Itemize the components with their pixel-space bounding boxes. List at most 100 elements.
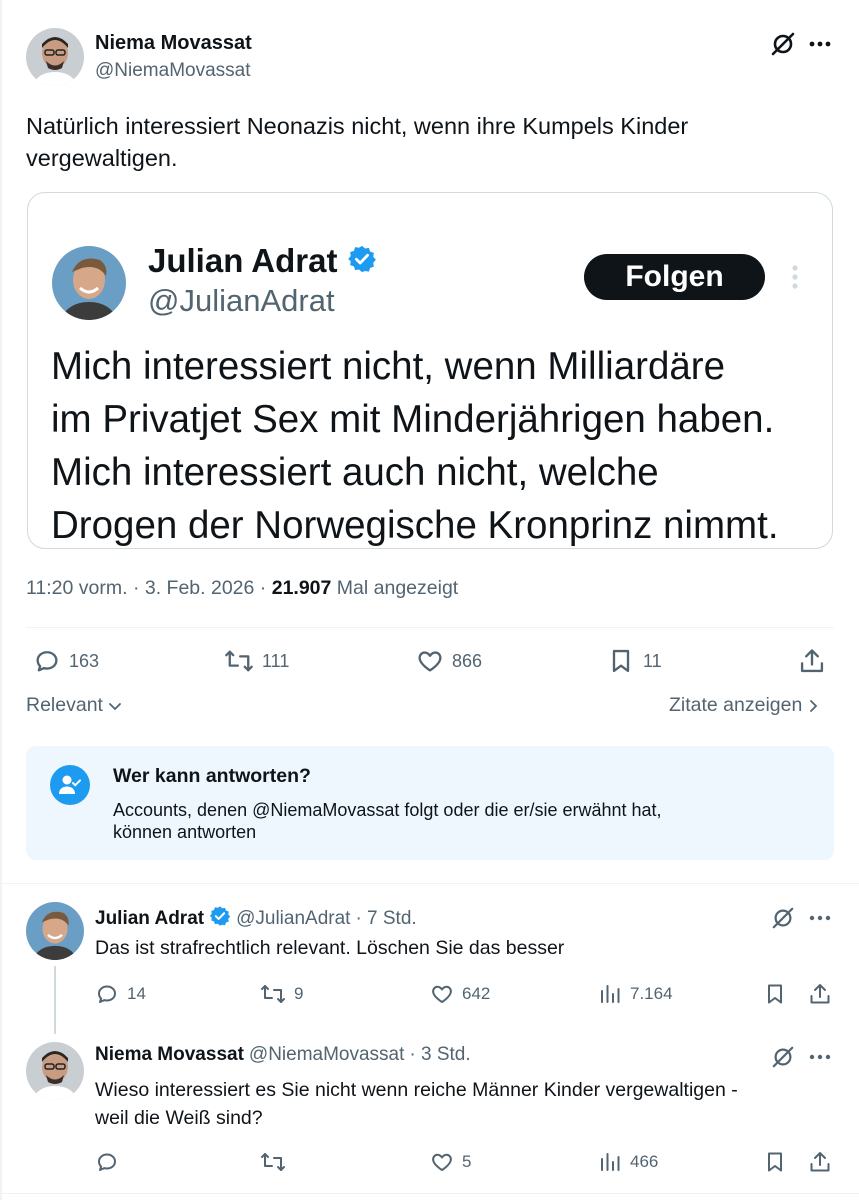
views-icon: [601, 985, 620, 1003]
grok-icon[interactable]: [768, 30, 798, 58]
show-quotes-label: Zitate anzeigen: [669, 694, 803, 716]
bookmark-button[interactable]: [763, 1150, 787, 1174]
reply-text-line: weil die Weiß sind?: [95, 1107, 263, 1129]
reply-time[interactable]: · 7 Std.: [355, 908, 416, 930]
retweet-count: 111: [262, 650, 290, 671]
quoted-author-handle[interactable]: @JulianAdrat: [148, 283, 335, 319]
like-count: 866: [452, 650, 483, 671]
verified-badge-icon: [209, 905, 231, 933]
share-icon: [810, 984, 830, 1004]
reply-icon: [98, 985, 116, 1003]
like-button[interactable]: 866: [416, 647, 482, 675]
follow-button[interactable]: Folgen: [584, 254, 765, 300]
bookmark-button[interactable]: [763, 982, 787, 1006]
retweet-button[interactable]: [260, 1150, 294, 1174]
tweet-date[interactable]: 3. Feb. 2026: [145, 577, 255, 599]
left-border: [0, 0, 2, 1200]
reply-button[interactable]: 163: [33, 647, 99, 675]
divider: [0, 883, 859, 884]
thread-line: [54, 966, 56, 1034]
reply-icon: [98, 1153, 116, 1171]
like-count: 5: [462, 1152, 472, 1171]
views-button[interactable]: 7.164: [598, 982, 673, 1006]
quoted-author-line: Julian Adrat: [148, 242, 377, 282]
reply-button[interactable]: [95, 1150, 127, 1174]
sort-relevant-label: Relevant: [26, 694, 103, 716]
quoted-text: Mich interessiert nicht, wenn Milliardär…: [51, 340, 779, 552]
reply-count: 163: [69, 650, 100, 671]
grok-icon[interactable]: [768, 1044, 798, 1070]
author-handle[interactable]: @NiemaMovassat: [95, 60, 251, 82]
retweet-icon: [261, 1153, 285, 1171]
reply-header: Niema Movassat @NiemaMovassat · 3 Std.: [95, 1044, 471, 1066]
retweet-button[interactable]: 9: [260, 982, 303, 1006]
reply-avatar[interactable]: [26, 1042, 84, 1100]
views-icon: [601, 1153, 620, 1171]
quoted-text-line: Drogen der Norwegische Kronprinz nimmt.: [51, 504, 779, 547]
reply-button[interactable]: 14: [95, 982, 146, 1006]
reply-author-name[interactable]: Julian Adrat: [95, 908, 204, 930]
reply-author-handle[interactable]: @NiemaMovassat: [249, 1044, 405, 1066]
divider: [26, 627, 834, 628]
tweet-meta: 11:20 vorm. · 3. Feb. 2026 · 21.907 Mal …: [26, 577, 459, 599]
bookmark-icon: [768, 1152, 782, 1172]
quoted-author-name[interactable]: Julian Adrat: [148, 242, 337, 279]
author-name[interactable]: Niema Movassat: [95, 32, 252, 55]
reply-text: Wieso interessiert es Sie nicht wenn rei…: [95, 1076, 738, 1132]
bookmark-count: 11: [643, 650, 662, 671]
like-icon: [432, 985, 452, 1003]
like-button[interactable]: 5: [430, 1150, 471, 1174]
chevron-down-icon: [109, 702, 121, 710]
reply-time[interactable]: · 3 Std.: [409, 1044, 470, 1066]
share-button[interactable]: [808, 982, 832, 1006]
tweet-text-line: Natürlich interessiert Neonazis nicht, w…: [26, 113, 689, 139]
grok-icon[interactable]: [768, 905, 798, 931]
quoted-text-line: Mich interessiert auch nicht, welche: [51, 451, 659, 494]
more-icon[interactable]: [805, 30, 835, 58]
retweet-button[interactable]: 111: [224, 647, 289, 675]
reply-count: 14: [127, 984, 146, 1003]
bookmark-icon: [768, 984, 782, 1004]
tweet-text: Natürlich interessiert Neonazis nicht, w…: [26, 110, 688, 174]
views-count: 7.164: [630, 984, 673, 1003]
views-count: 21.907: [271, 577, 332, 599]
more-icon[interactable]: [805, 1044, 835, 1070]
notice-body: Accounts, denen @NiemaMovassat folgt ode…: [113, 799, 662, 843]
show-quotes-link[interactable]: Zitate anzeigen: [669, 694, 820, 717]
share-icon: [800, 649, 824, 673]
more-icon[interactable]: [805, 905, 835, 931]
reply-text: Das ist strafrechtlich relevant. Löschen…: [95, 937, 565, 959]
share-button[interactable]: [808, 1150, 832, 1174]
sort-relevant-button[interactable]: Relevant: [26, 694, 123, 717]
chevron-right-icon: [810, 699, 818, 712]
like-button[interactable]: 642: [430, 982, 490, 1006]
views-count: 466: [630, 1152, 659, 1171]
divider: [0, 1193, 859, 1194]
notice-line: Accounts, denen @NiemaMovassat folgt ode…: [113, 800, 662, 820]
quoted-avatar[interactable]: [52, 246, 126, 320]
retweet-count: 9: [294, 984, 304, 1003]
views-button[interactable]: 466: [598, 1150, 658, 1174]
retweet-icon: [225, 650, 253, 672]
quoted-text-line: im Privatjet Sex mit Minderjährigen habe…: [51, 398, 775, 441]
tweet-time[interactable]: 11:20 vorm.: [26, 577, 128, 599]
tweet-text-line: vergewaltigen.: [26, 145, 178, 171]
people-check-icon: [50, 765, 90, 805]
share-button[interactable]: [798, 647, 826, 675]
like-count: 642: [462, 984, 491, 1003]
avatar[interactable]: [26, 28, 84, 86]
reply-avatar[interactable]: [26, 902, 84, 960]
reply-header: Julian Adrat @JulianAdrat · 7 Std.: [95, 905, 417, 933]
quoted-more-icon[interactable]: [786, 262, 804, 292]
share-icon: [810, 1152, 830, 1172]
like-icon: [432, 1153, 452, 1171]
views-label: Mal angezeigt: [336, 577, 459, 599]
retweet-icon: [261, 985, 285, 1003]
reply-text-line: Wieso interessiert es Sie nicht wenn rei…: [95, 1079, 738, 1101]
reply-author-name[interactable]: Niema Movassat: [95, 1044, 244, 1066]
quoted-text-line: Mich interessiert nicht, wenn Milliardär…: [51, 345, 725, 388]
reply-icon: [36, 651, 58, 672]
like-icon: [418, 651, 442, 672]
reply-author-handle[interactable]: @JulianAdrat: [236, 908, 350, 930]
bookmark-button[interactable]: 11: [607, 647, 662, 675]
